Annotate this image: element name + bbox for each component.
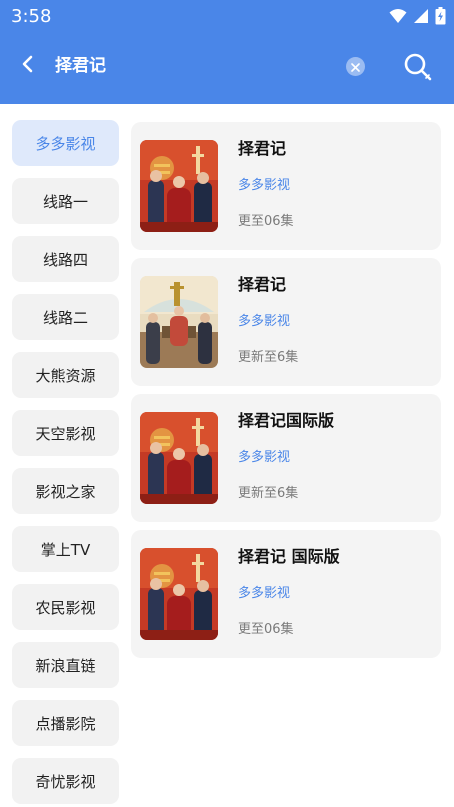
result-episodes: 更新至6集 bbox=[238, 486, 299, 501]
result-episodes: 更至06集 bbox=[238, 622, 294, 637]
result-title: 择君记 国际版 bbox=[238, 547, 340, 566]
source-sidebar: 多多影视 线路一 线路四 线路二 大熊资源 天空影视 影视之家 掌上TV 农民影… bbox=[0, 104, 130, 807]
source-item-nongmin[interactable]: 农民影视 bbox=[12, 584, 119, 630]
app-root: 3:58 择君记 多多影视 线路一 线路四 线路二 大熊资源 天空影视 影视之家… bbox=[0, 0, 454, 807]
result-episodes: 更新至6集 bbox=[238, 350, 299, 365]
result-card[interactable]: 择君记国际版 多多影视 更新至6集 bbox=[131, 394, 441, 522]
app-header: 3:58 择君记 bbox=[0, 0, 454, 104]
result-episodes: 更至06集 bbox=[238, 214, 294, 229]
source-item-dianbo[interactable]: 点播影院 bbox=[12, 700, 119, 746]
back-button[interactable] bbox=[14, 52, 42, 80]
source-item-xinlang[interactable]: 新浪直链 bbox=[12, 642, 119, 688]
search-button[interactable] bbox=[402, 51, 434, 83]
search-query-text[interactable]: 择君记 bbox=[55, 54, 106, 78]
result-card[interactable]: 择君记 多多影视 更至06集 bbox=[131, 122, 441, 250]
clear-button[interactable] bbox=[346, 57, 365, 76]
poster-thumbnail bbox=[140, 276, 218, 368]
signal-icon bbox=[413, 8, 429, 24]
poster-thumbnail bbox=[140, 548, 218, 640]
result-card[interactable]: 择君记 国际版 多多影视 更至06集 bbox=[131, 530, 441, 658]
search-results: 择君记 多多影视 更至06集 择君记 多多影视 更新至6集 择君记国际版 多多影… bbox=[131, 104, 454, 807]
result-source: 多多影视 bbox=[238, 586, 291, 601]
clear-icon bbox=[351, 57, 360, 76]
status-time: 3:58 bbox=[11, 6, 52, 27]
source-item-tiankong[interactable]: 天空影视 bbox=[12, 410, 119, 456]
source-item-daxiong[interactable]: 大熊资源 bbox=[12, 352, 119, 398]
result-title: 择君记 bbox=[238, 139, 287, 158]
back-arrow-icon bbox=[21, 55, 35, 77]
result-title: 择君记国际版 bbox=[238, 411, 335, 430]
result-source: 多多影视 bbox=[238, 314, 291, 329]
wifi-icon bbox=[389, 8, 407, 24]
source-item-zhangshang-tv[interactable]: 掌上TV bbox=[12, 526, 119, 572]
poster-thumbnail bbox=[140, 412, 218, 504]
result-source: 多多影视 bbox=[238, 450, 291, 465]
source-item-line-4[interactable]: 线路四 bbox=[12, 236, 119, 282]
source-item-line-1[interactable]: 线路一 bbox=[12, 178, 119, 224]
poster-thumbnail bbox=[140, 140, 218, 232]
source-item-line-2[interactable]: 线路二 bbox=[12, 294, 119, 340]
status-icons bbox=[389, 6, 446, 26]
source-item-qiyou[interactable]: 奇忧影视 bbox=[12, 758, 119, 804]
result-source: 多多影视 bbox=[238, 178, 291, 193]
battery-icon bbox=[435, 7, 446, 25]
source-item-duoduo[interactable]: 多多影视 bbox=[12, 120, 119, 166]
search-icon bbox=[402, 53, 434, 87]
result-title: 择君记 bbox=[238, 275, 287, 294]
source-item-yingshizhijia[interactable]: 影视之家 bbox=[12, 468, 119, 514]
result-card[interactable]: 择君记 多多影视 更新至6集 bbox=[131, 258, 441, 386]
